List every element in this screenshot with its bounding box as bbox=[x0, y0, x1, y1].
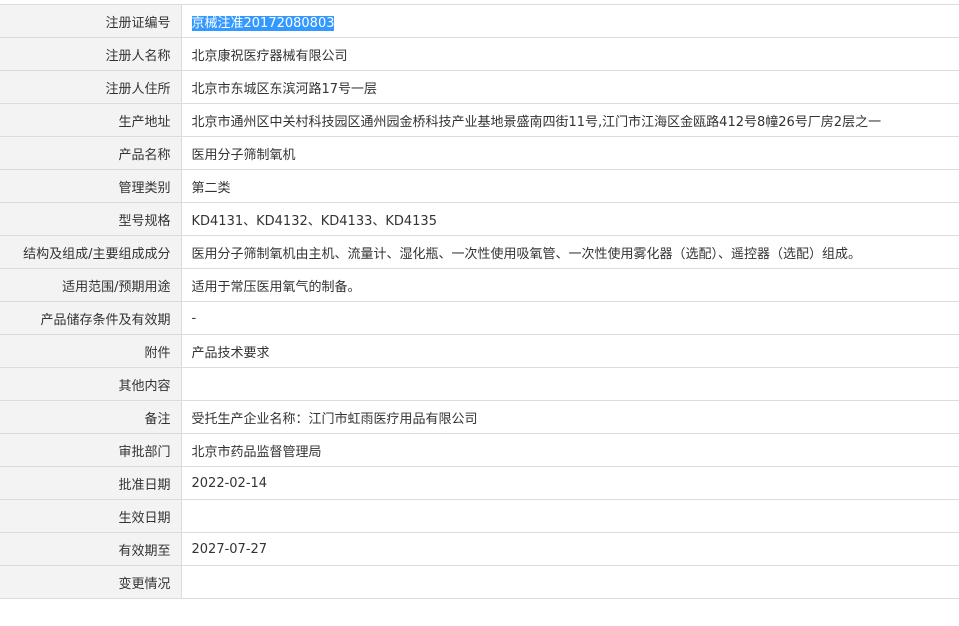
table-row: 备注 受托生产企业名称：江门市虹雨医疗用品有限公司 bbox=[0, 400, 959, 434]
field-value: 医用分子筛制氧机 bbox=[181, 136, 959, 170]
table-row: 适用范围/预期用途 适用于常压医用氧气的制备。 bbox=[0, 268, 959, 302]
field-label: 型号规格 bbox=[0, 202, 182, 236]
field-label: 注册人名称 bbox=[0, 37, 182, 71]
field-value: 北京康祝医疗器械有限公司 bbox=[181, 37, 959, 71]
field-value-cell: 京械注准20172080803 bbox=[181, 4, 959, 38]
table-row: 型号规格 KD4131、KD4132、KD4133、KD4135 bbox=[0, 202, 959, 236]
field-label: 注册证编号 bbox=[0, 4, 182, 38]
table-row: 结构及组成/主要组成成分 医用分子筛制氧机由主机、流量计、湿化瓶、一次性使用吸氧… bbox=[0, 235, 959, 269]
table-row: 批准日期 2022-02-14 bbox=[0, 466, 959, 500]
table-row: 生效日期 bbox=[0, 499, 959, 533]
field-label: 产品名称 bbox=[0, 136, 182, 170]
field-value: 北京市通州区中关村科技园区通州园金桥科技产业基地景盛南四街11号,江门市江海区金… bbox=[181, 103, 959, 137]
table-row: 产品储存条件及有效期 - bbox=[0, 301, 959, 335]
field-value: 医用分子筛制氧机由主机、流量计、湿化瓶、一次性使用吸氧管、一次性使用雾化器（选配… bbox=[181, 235, 959, 269]
field-value: - bbox=[181, 301, 959, 335]
table-row: 审批部门 北京市药品监督管理局 bbox=[0, 433, 959, 467]
field-value: 北京市东城区东滨河路17号一层 bbox=[181, 70, 959, 104]
table-row: 附件 产品技术要求 bbox=[0, 334, 959, 368]
field-value bbox=[181, 565, 959, 599]
field-label: 附件 bbox=[0, 334, 182, 368]
table-row: 变更情况 bbox=[0, 565, 959, 599]
field-value: 适用于常压医用氧气的制备。 bbox=[181, 268, 959, 302]
registration-record-table: 注册证编号 京械注准20172080803 注册人名称 北京康祝医疗器械有限公司… bbox=[0, 4, 959, 599]
field-label: 适用范围/预期用途 bbox=[0, 268, 182, 302]
field-label: 结构及组成/主要组成成分 bbox=[0, 235, 182, 269]
table-row: 生产地址 北京市通州区中关村科技园区通州园金桥科技产业基地景盛南四街11号,江门… bbox=[0, 103, 959, 137]
field-label: 有效期至 bbox=[0, 532, 182, 566]
field-value: 2027-07-27 bbox=[181, 532, 959, 566]
field-label: 生效日期 bbox=[0, 499, 182, 533]
field-value bbox=[181, 367, 959, 401]
selected-registration-number[interactable]: 京械注准20172080803 bbox=[191, 15, 335, 31]
table-row: 有效期至 2027-07-27 bbox=[0, 532, 959, 566]
table-row: 其他内容 bbox=[0, 367, 959, 401]
field-value: 2022-02-14 bbox=[181, 466, 959, 500]
field-label: 生产地址 bbox=[0, 103, 182, 137]
field-label: 产品储存条件及有效期 bbox=[0, 301, 182, 335]
table-row: 注册人名称 北京康祝医疗器械有限公司 bbox=[0, 37, 959, 71]
field-value: 产品技术要求 bbox=[181, 334, 959, 368]
field-label: 审批部门 bbox=[0, 433, 182, 467]
field-label: 管理类别 bbox=[0, 169, 182, 203]
field-value: 北京市药品监督管理局 bbox=[181, 433, 959, 467]
field-label: 注册人住所 bbox=[0, 70, 182, 104]
table-row: 产品名称 医用分子筛制氧机 bbox=[0, 136, 959, 170]
table-row: 注册证编号 京械注准20172080803 bbox=[0, 4, 959, 38]
table-row: 注册人住所 北京市东城区东滨河路17号一层 bbox=[0, 70, 959, 104]
table-row: 管理类别 第二类 bbox=[0, 169, 959, 203]
field-label: 备注 bbox=[0, 400, 182, 434]
field-value: 第二类 bbox=[181, 169, 959, 203]
field-value: KD4131、KD4132、KD4133、KD4135 bbox=[181, 202, 959, 236]
field-label: 其他内容 bbox=[0, 367, 182, 401]
field-label: 变更情况 bbox=[0, 565, 182, 599]
field-value: 受托生产企业名称：江门市虹雨医疗用品有限公司 bbox=[181, 400, 959, 434]
field-label: 批准日期 bbox=[0, 466, 182, 500]
field-value bbox=[181, 499, 959, 533]
